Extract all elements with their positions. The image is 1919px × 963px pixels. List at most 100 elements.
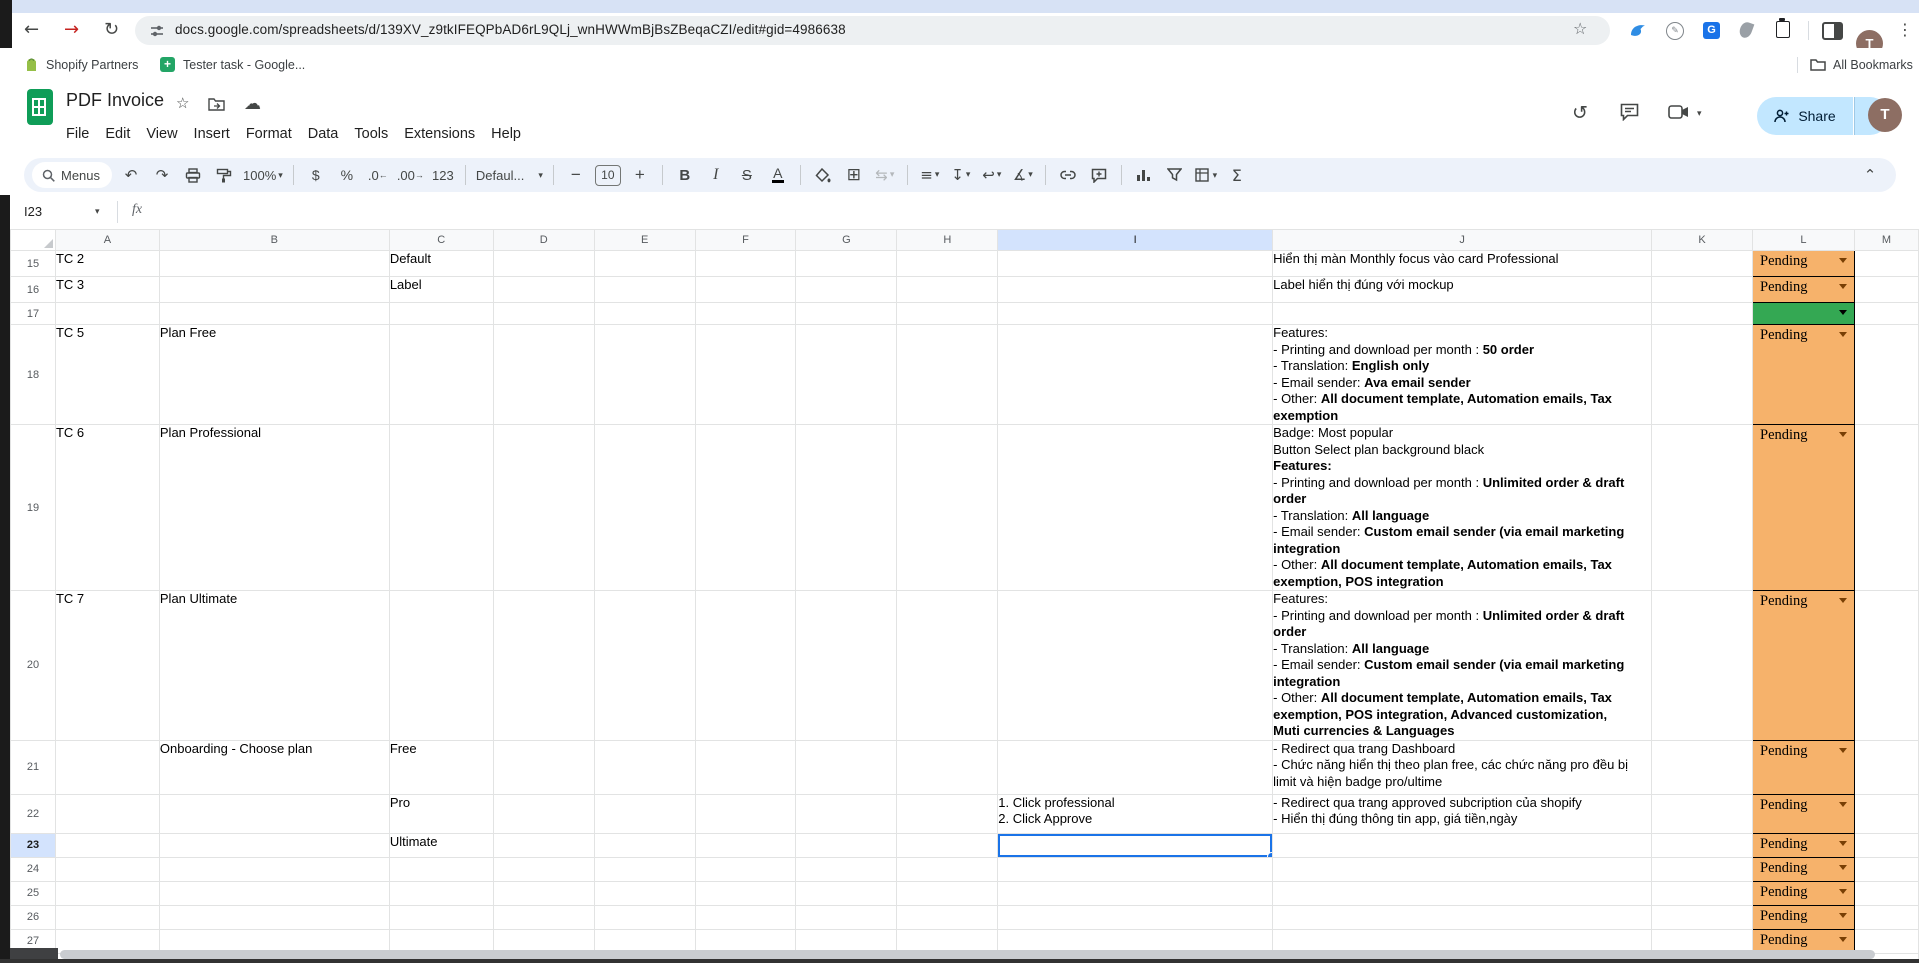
cell-D25[interactable] xyxy=(493,881,594,905)
cell-M16[interactable] xyxy=(1854,277,1918,303)
menu-file[interactable]: File xyxy=(58,123,97,145)
cell-F21[interactable] xyxy=(695,740,796,794)
col-header-L[interactable]: L xyxy=(1753,230,1855,251)
row-header-19[interactable]: 19 xyxy=(11,425,56,591)
cell-H26[interactable] xyxy=(897,905,998,929)
toolbar-search[interactable]: Menus xyxy=(32,162,112,188)
cell-F25[interactable] xyxy=(695,881,796,905)
browser-menu-dots-icon[interactable]: ⋮ xyxy=(1897,17,1913,43)
col-header-J[interactable]: J xyxy=(1273,230,1652,251)
cell-J17[interactable] xyxy=(1273,303,1652,325)
row-header-20[interactable]: 20 xyxy=(11,591,56,741)
cell-C26[interactable] xyxy=(389,905,493,929)
merge-cells-button[interactable]: ⇆▾ xyxy=(873,162,897,188)
account-avatar[interactable]: T xyxy=(1868,98,1902,132)
status-dropdown[interactable]: Pending xyxy=(1753,795,1854,814)
cell-L26[interactable]: Pending xyxy=(1753,905,1855,929)
menu-format[interactable]: Format xyxy=(238,123,300,145)
video-call-icon[interactable] xyxy=(1668,105,1690,119)
cell-C16[interactable]: Label xyxy=(389,277,493,303)
cell-B15[interactable] xyxy=(159,251,389,277)
menu-extensions[interactable]: Extensions xyxy=(396,123,483,145)
cell-C22[interactable]: Pro xyxy=(389,794,493,833)
status-dropdown[interactable]: Pending xyxy=(1753,930,1854,949)
cell-B17[interactable] xyxy=(159,303,389,325)
cell-A22[interactable] xyxy=(55,794,159,833)
cell-I15[interactable] xyxy=(998,251,1273,277)
menu-view[interactable]: View xyxy=(138,123,185,145)
cell-A15[interactable]: TC 2 xyxy=(55,251,159,277)
insert-chart-button[interactable] xyxy=(1132,162,1156,188)
cell-C19[interactable] xyxy=(389,425,493,591)
cell-K26[interactable] xyxy=(1652,905,1753,929)
cell-E17[interactable] xyxy=(594,303,695,325)
increase-decimal-button[interactable]: .00→ xyxy=(397,162,424,188)
cell-K19[interactable] xyxy=(1652,425,1753,591)
cell-L20[interactable]: Pending xyxy=(1753,591,1855,741)
horizontal-scrollbar[interactable] xyxy=(60,950,1875,959)
cell-B21[interactable]: Onboarding - Choose plan xyxy=(159,740,389,794)
cell-K17[interactable] xyxy=(1652,303,1753,325)
cell-F17[interactable] xyxy=(695,303,796,325)
cell-G17[interactable] xyxy=(796,303,897,325)
increase-font-size-button[interactable]: + xyxy=(628,162,652,188)
cell-F20[interactable] xyxy=(695,591,796,741)
cell-D20[interactable] xyxy=(493,591,594,741)
status-dropdown[interactable]: Pending xyxy=(1753,425,1854,444)
cell-K21[interactable] xyxy=(1652,740,1753,794)
cell-C15[interactable]: Default xyxy=(389,251,493,277)
cell-J19[interactable]: Badge: Most popularButton Select plan ba… xyxy=(1273,425,1652,591)
cell-F23[interactable] xyxy=(695,833,796,857)
col-header-I[interactable]: I xyxy=(998,230,1273,251)
url-bar[interactable]: docs.google.com/spreadsheets/d/139XV_z9t… xyxy=(135,16,1610,45)
cell-L15[interactable]: Pending xyxy=(1753,251,1855,277)
col-header-A[interactable]: A xyxy=(55,230,159,251)
cell-F15[interactable] xyxy=(695,251,796,277)
cell-H18[interactable] xyxy=(897,325,998,425)
cell-G23[interactable] xyxy=(796,833,897,857)
cell-G25[interactable] xyxy=(796,881,897,905)
bookmark-star-icon[interactable]: ☆ xyxy=(1573,19,1587,38)
font-size-input[interactable]: 10 xyxy=(595,165,621,186)
cell-M22[interactable] xyxy=(1854,794,1918,833)
status-dropdown[interactable]: Pending xyxy=(1753,741,1854,760)
cell-E26[interactable] xyxy=(594,905,695,929)
cell-B26[interactable] xyxy=(159,905,389,929)
cell-J22[interactable]: - Redirect qua trang approved subcriptio… xyxy=(1273,794,1652,833)
cell-A18[interactable]: TC 5 xyxy=(55,325,159,425)
cell-E21[interactable] xyxy=(594,740,695,794)
cell-I18[interactable] xyxy=(998,325,1273,425)
cell-B24[interactable] xyxy=(159,857,389,881)
cell-B25[interactable] xyxy=(159,881,389,905)
status-dropdown[interactable]: Pending xyxy=(1753,858,1854,877)
menu-insert[interactable]: Insert xyxy=(186,123,238,145)
cell-K18[interactable] xyxy=(1652,325,1753,425)
collapse-toolbar-icon[interactable]: ⌃ xyxy=(1858,162,1882,188)
cell-B20[interactable]: Plan Ultimate xyxy=(159,591,389,741)
formula-input[interactable] xyxy=(160,195,1860,228)
sheets-logo[interactable] xyxy=(27,89,53,125)
cell-D19[interactable] xyxy=(493,425,594,591)
row-header-22[interactable]: 22 xyxy=(11,794,56,833)
cell-D21[interactable] xyxy=(493,740,594,794)
menu-help[interactable]: Help xyxy=(483,123,529,145)
table-views-button[interactable]: ▾ xyxy=(1194,162,1218,188)
cell-J18[interactable]: Features:- Printing and download per mon… xyxy=(1273,325,1652,425)
bird-extension-icon[interactable] xyxy=(1630,23,1646,38)
back-icon[interactable]: ← xyxy=(24,17,39,43)
cell-M19[interactable] xyxy=(1854,425,1918,591)
cell-H17[interactable] xyxy=(897,303,998,325)
clipboard-extension-icon[interactable] xyxy=(1776,21,1790,38)
cell-D24[interactable] xyxy=(493,857,594,881)
translate-extension-icon[interactable]: G xyxy=(1703,22,1720,39)
cell-A24[interactable] xyxy=(55,857,159,881)
cell-E18[interactable] xyxy=(594,325,695,425)
status-dropdown[interactable]: Pending xyxy=(1753,591,1854,610)
cell-M18[interactable] xyxy=(1854,325,1918,425)
cell-L16[interactable]: Pending xyxy=(1753,277,1855,303)
cell-I22[interactable]: 1. Click professional2. Click Approve xyxy=(998,794,1273,833)
namebox-dropdown-icon[interactable]: ▾ xyxy=(95,207,100,217)
cell-I20[interactable] xyxy=(998,591,1273,741)
cell-A19[interactable]: TC 6 xyxy=(55,425,159,591)
row-header-15[interactable]: 15 xyxy=(11,251,56,277)
